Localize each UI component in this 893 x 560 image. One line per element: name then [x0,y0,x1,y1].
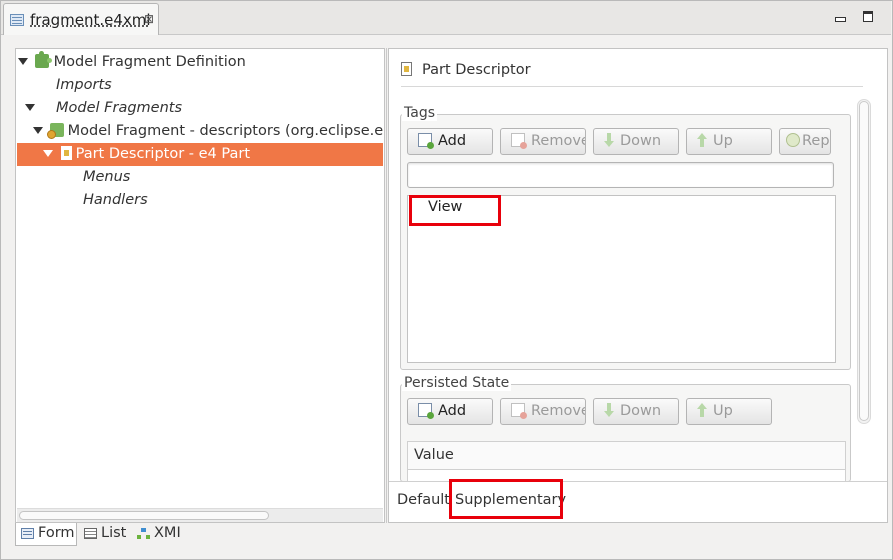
part-descriptor-icon [401,61,412,76]
tag-input[interactable] [407,162,834,188]
tags-up-button[interactable]: Up [686,128,772,155]
button-label: Remove [531,133,586,149]
model-tree[interactable]: Model Fragment Definition Imports Model … [15,48,385,523]
tree-item-label: Imports [56,77,112,93]
button-label: Up [713,403,733,419]
detail-vertical-scrollbar[interactable] [857,99,871,424]
tree-item-part-descriptor[interactable]: Part Descriptor - e4 Part [17,143,383,166]
tab-xmi[interactable]: XMI [132,523,186,546]
tab-form[interactable]: Form [15,523,77,546]
editor-tab-title: fragment.e4xmi [30,11,151,29]
tree-item-label: Part Descriptor - e4 Part [75,146,250,162]
tree-item-label: Model Fragment - descriptors (org.eclips… [67,123,383,139]
tree-horizontal-scrollbar[interactable] [17,508,383,522]
tags-add-button[interactable]: Add [407,128,493,155]
button-label: Remove [531,403,586,419]
scrollbar-thumb[interactable] [19,511,269,520]
editor-tab-fragment[interactable]: fragment.e4xmi ⊠ [3,3,159,36]
page-title: Part Descriptor [422,62,531,78]
tags-remove-button[interactable]: Remove [500,128,586,155]
expand-twisty-icon[interactable] [33,126,43,134]
tree-item-menus[interactable]: Menus [83,166,130,189]
detail-title: Part Descriptor [401,61,531,78]
button-label: Up [713,133,733,149]
persisted-state-group-label: Persisted State [402,375,512,391]
detail-panel: Part Descriptor Tags Add Remove Down Up … [388,48,888,523]
model-fragment-icon [46,122,64,139]
scrollbar-thumb[interactable] [859,101,869,421]
tags-group-label: Tags [402,105,437,121]
remove-icon [511,132,527,149]
tree-item-model-fragment-descriptors[interactable]: Model Fragment - descriptors (org.eclips… [33,120,383,143]
editor-tab-bar: fragment.e4xmi ⊠ [1,1,891,36]
tab-label: Form [38,525,75,541]
persisted-table-header-value[interactable]: Value [407,441,846,470]
table-icon [84,528,97,539]
highlight-box-supplementary [449,479,563,519]
tab-label: List [101,525,127,541]
tree-item-model-fragments[interactable]: Model Fragments [25,97,182,120]
tree-item-imports[interactable]: Imports [56,74,112,97]
tab-list[interactable]: List [79,523,131,546]
title-divider [401,86,863,87]
highlight-box-view [409,195,501,226]
persisted-add-button[interactable]: Add [407,398,493,425]
arrow-down-icon [604,402,614,417]
arrow-down-icon [604,132,614,147]
persisted-up-button[interactable]: Up [686,398,772,425]
button-label: Rep [802,133,830,149]
tree-item-label: Model Fragments [56,100,183,116]
tree-item-label: Model Fragment Definition [53,54,246,70]
tree-item-label: Handlers [83,192,148,208]
persisted-remove-button[interactable]: Remove [500,398,586,425]
model-fragment-definition-icon [34,50,52,68]
button-label: Down [620,403,662,419]
e4xmi-file-icon [10,14,24,26]
panel-splitter[interactable] [386,48,387,523]
button-label: Add [438,133,467,149]
maximize-icon[interactable] [863,11,873,22]
hierarchy-icon [137,528,150,539]
tags-replace-button[interactable]: Rep [779,128,831,155]
minimize-icon[interactable] [835,11,846,22]
tree-item-label: Menus [83,169,131,185]
tree-item-model-fragment-definition[interactable]: Model Fragment Definition [17,50,383,74]
part-descriptor-icon [60,145,72,160]
tab-label: XMI [154,525,181,541]
persisted-down-button[interactable]: Down [593,398,679,425]
add-icon [418,132,434,149]
expand-twisty-icon[interactable] [43,149,53,157]
form-icon [21,528,34,539]
add-icon [418,402,434,419]
editor-page-tabs: Form List XMI [15,523,890,547]
close-tab-icon[interactable]: ⊠ [144,12,154,26]
arrow-up-icon [697,402,707,417]
tree-item-handlers[interactable]: Handlers [83,189,148,212]
tags-down-button[interactable]: Down [593,128,679,155]
replace-icon [786,132,800,147]
button-label: Add [438,403,467,419]
expand-twisty-icon[interactable] [25,103,35,111]
tab-default[interactable]: Default [397,492,450,508]
arrow-up-icon [697,132,707,147]
expand-twisty-icon[interactable] [18,57,28,65]
remove-icon [511,402,527,419]
button-label: Down [620,133,662,149]
